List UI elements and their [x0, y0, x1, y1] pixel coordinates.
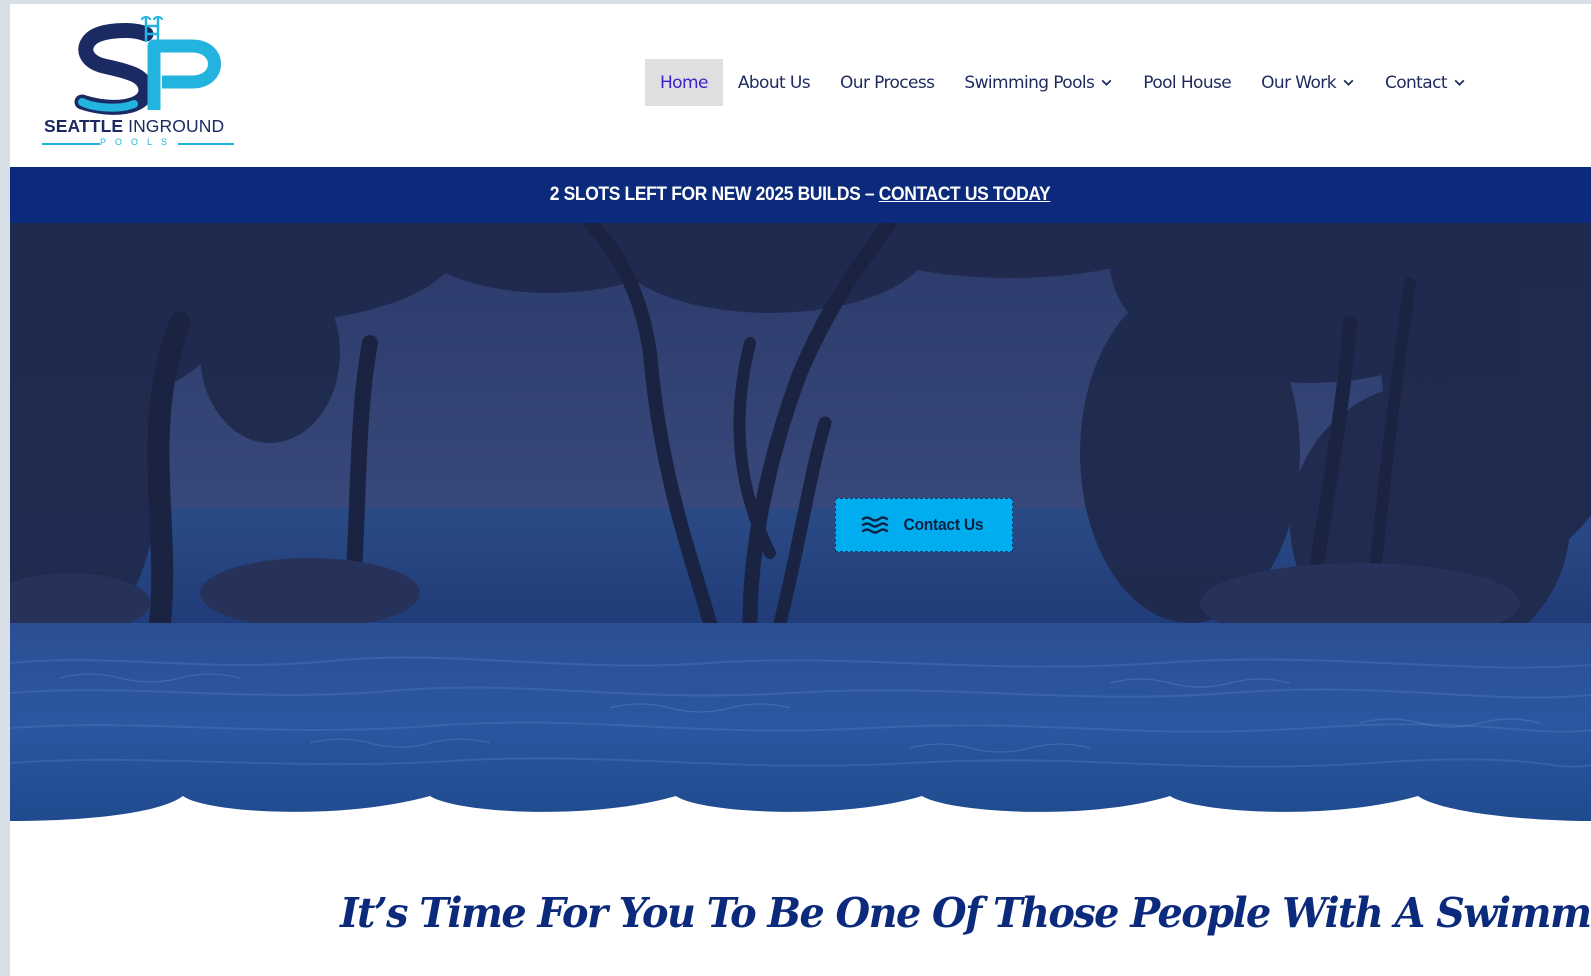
contact-us-button[interactable]: Contact Us: [835, 498, 1013, 552]
site-logo[interactable]: SEATTLE INGROUND POOLS: [42, 16, 234, 152]
nav-label: Our Process: [839, 72, 935, 93]
announcement-banner: 2 SLOTS LEFT FOR NEW 2025 BUILDS – CONTA…: [10, 167, 1591, 223]
page-frame: SEATTLE INGROUND POOLS Home About Us Our…: [10, 4, 1591, 976]
page-heading: It’s Time For You To Be One Of Those Peo…: [340, 889, 1591, 937]
nav-label: Contact: [1384, 72, 1448, 93]
nav-label: Pool House: [1143, 72, 1232, 93]
nav-our-process[interactable]: Our Process: [825, 59, 949, 106]
water-waves-icon: [861, 516, 889, 534]
banner-text: 2 SLOTS LEFT FOR NEW 2025 BUILDS –: [550, 184, 880, 205]
chevron-down-icon: [1101, 79, 1112, 86]
banner-message: 2 SLOTS LEFT FOR NEW 2025 BUILDS – CONTA…: [550, 184, 1051, 206]
hero-background-image: [10, 223, 1591, 823]
nav-our-work[interactable]: Our Work: [1246, 59, 1370, 106]
nav-contact[interactable]: Contact: [1370, 59, 1481, 106]
nav-label: Swimming Pools: [964, 72, 1095, 93]
banner-contact-link[interactable]: CONTACT US TODAY: [879, 184, 1051, 205]
logo-subtext: POOLS: [99, 137, 176, 147]
logo-wordmark: SEATTLE INGROUND: [44, 116, 224, 137]
logo-text-regular: INGROUND: [123, 116, 225, 136]
chevron-down-icon: [1343, 79, 1354, 86]
hero-section: Contact Us: [10, 223, 1591, 823]
chevron-down-icon: [1454, 79, 1465, 86]
logo-text-bold: SEATTLE: [44, 116, 124, 136]
nav-label: About Us: [737, 72, 811, 93]
nav-label: Home: [660, 72, 708, 93]
nav-pool-house[interactable]: Pool House: [1128, 59, 1246, 106]
contact-us-label: Contact Us: [903, 515, 984, 534]
main-navigation: Home About Us Our Process Swimming Pools…: [645, 59, 1481, 106]
nav-about-us[interactable]: About Us: [723, 59, 825, 106]
site-header: SEATTLE INGROUND POOLS Home About Us Our…: [10, 4, 1591, 167]
nav-swimming-pools[interactable]: Swimming Pools: [949, 59, 1128, 106]
nav-label: Our Work: [1261, 72, 1336, 93]
nav-home[interactable]: Home: [645, 59, 723, 106]
sp-monogram-logo-icon: [74, 16, 221, 115]
